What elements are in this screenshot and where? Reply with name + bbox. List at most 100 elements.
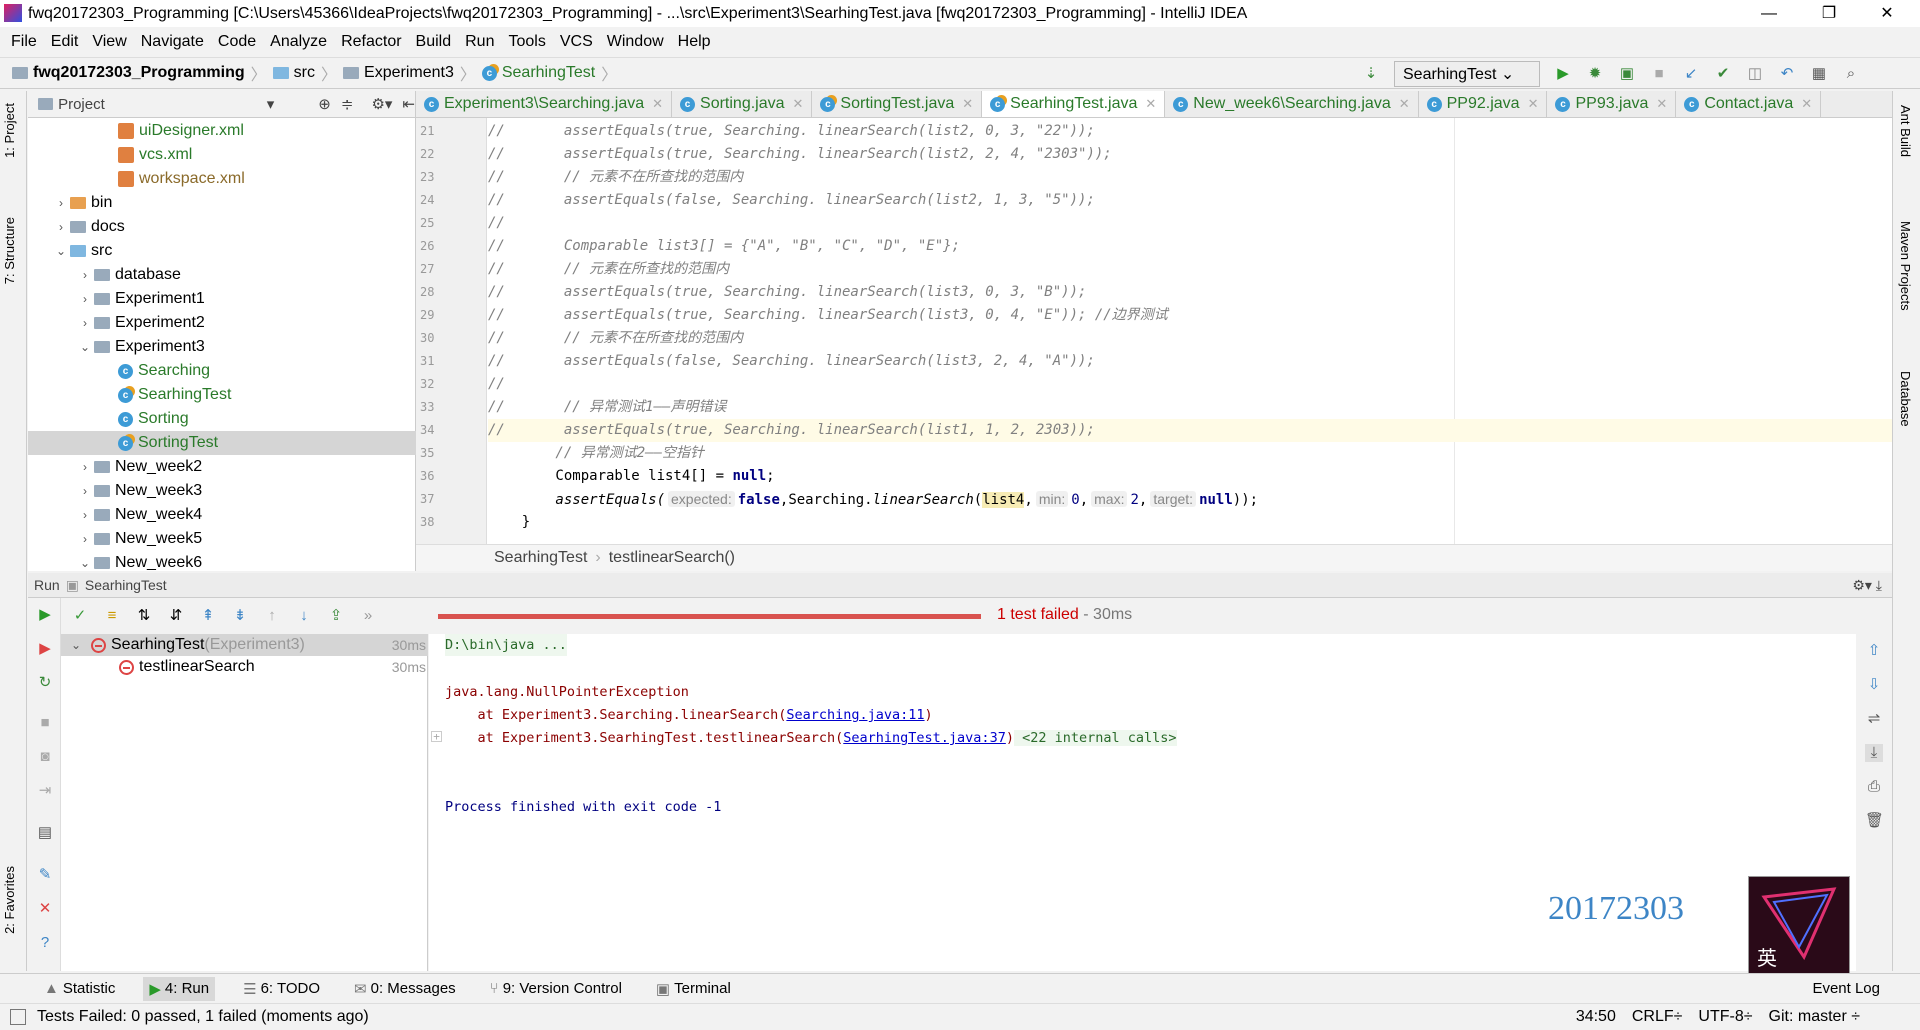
code-line[interactable]: // 异常测试2——空指针 — [488, 442, 1892, 465]
sort-alpha-icon[interactable]: ⇅ — [135, 607, 153, 625]
code-line[interactable]: Comparable list4[] = null; — [488, 465, 1892, 488]
stop-icon[interactable]: ■ — [36, 714, 54, 732]
restore-button[interactable]: ❐ — [1806, 0, 1852, 27]
export-icon[interactable]: ⇪ — [327, 607, 345, 625]
expand-arrow-icon[interactable]: › — [76, 316, 94, 330]
editor-tab[interactable]: c PP93.java ✕ — [1547, 91, 1677, 117]
show-passed-icon[interactable]: ✓ — [71, 607, 89, 625]
expand-arrow-icon[interactable]: › — [76, 532, 94, 546]
tool-tab-versioncontrol[interactable]: ⑂ 9: Version Control — [484, 977, 628, 1000]
code-line[interactable]: } — [488, 511, 1892, 534]
tool-tab-messages[interactable]: ✉ 0: Messages — [348, 977, 462, 1001]
minimize-button[interactable]: — — [1746, 0, 1792, 27]
tool-tab-maven[interactable]: Maven Projects — [1898, 221, 1913, 311]
collapse-icon[interactable]: ≑ — [341, 95, 354, 113]
tool-tab-favorites[interactable]: 2: Favorites — [2, 866, 17, 934]
tree-item[interactable]: ⌄ Experiment3 — [28, 335, 205, 359]
run-icon[interactable]: ▶ — [1554, 65, 1572, 83]
search-icon[interactable]: ⌕ — [1842, 65, 1860, 83]
rerun-icon[interactable]: ▶ — [36, 606, 54, 624]
editor-tab[interactable]: c PP92.java ✕ — [1419, 91, 1548, 117]
collapse-arrow-icon[interactable]: ⌄ — [67, 638, 85, 652]
editor-tab[interactable]: c SearhingTest.java ✕ — [982, 91, 1166, 117]
tool-tab-database[interactable]: Database — [1898, 371, 1913, 427]
stack-link[interactable]: Searching.java:11 — [786, 707, 924, 723]
close-tab-icon[interactable]: ✕ — [1145, 96, 1156, 112]
internal-calls[interactable]: <22 internal calls> — [1013, 730, 1177, 746]
tree-item[interactable]: › Experiment2 — [28, 311, 205, 335]
build-icon[interactable]: ⇣ — [1362, 65, 1380, 83]
editor-tab[interactable]: c Contact.java ✕ — [1676, 91, 1822, 117]
layout-icon[interactable]: ▤ — [36, 824, 54, 842]
run-tab[interactable]: SearhingTest — [85, 577, 167, 593]
tool-tab-terminal[interactable]: ▣ Terminal — [650, 977, 737, 1001]
tree-item[interactable]: › bin — [28, 191, 112, 215]
tool-tab-project[interactable]: 1: Project — [2, 103, 17, 158]
help-icon[interactable]: ? — [36, 934, 54, 952]
menu-run[interactable]: Run — [465, 33, 494, 51]
tree-item[interactable]: vcs.xml — [28, 143, 192, 167]
next-failed-icon[interactable]: ↓ — [295, 607, 313, 625]
vcs-commit-icon[interactable]: ✔ — [1714, 65, 1732, 83]
caret-position[interactable]: 34:50 — [1576, 1008, 1616, 1026]
menu-file[interactable]: File — [11, 33, 37, 51]
editor-tab[interactable]: c Experiment3\Searching.java ✕ — [416, 91, 673, 117]
tree-item[interactable]: c SearhingTest — [28, 383, 231, 407]
code-line[interactable]: // assertEquals(true, Searching. linearS… — [488, 143, 1892, 166]
expand-arrow-icon[interactable]: › — [76, 292, 94, 306]
exit-icon[interactable]: ⇥ — [36, 782, 54, 800]
git-branch[interactable]: Git: master ÷ — [1769, 1008, 1860, 1026]
dropdown-arrow-icon[interactable]: ▾ — [267, 95, 275, 113]
crumb-experiment3[interactable]: Experiment3 〉 — [343, 61, 476, 85]
stack-link[interactable]: SearhingTest.java:37 — [843, 730, 1006, 746]
editor-tab[interactable]: c Sorting.java ✕ — [672, 91, 813, 117]
tool-tab-ant-build[interactable]: Ant Build — [1898, 105, 1913, 157]
close-tab-icon[interactable]: ✕ — [962, 96, 973, 112]
tree-item[interactable]: c SortingTest — [28, 431, 416, 455]
code-line[interactable]: // assertEquals(false, Searching. linear… — [488, 350, 1892, 373]
debug-icon[interactable]: ✹ — [1586, 65, 1604, 83]
breadcrumb-method[interactable]: testlinearSearch() — [609, 549, 735, 567]
print-icon[interactable]: ⎙ — [1865, 778, 1883, 796]
code-line[interactable]: // // 异常测试1——声明错误 — [488, 396, 1892, 419]
menu-tools[interactable]: Tools — [508, 33, 545, 51]
previous-failed-icon[interactable]: ↑ — [263, 607, 281, 625]
tree-item[interactable]: ⌄ New_week6 — [28, 551, 202, 575]
stop-icon[interactable]: ■ — [1650, 65, 1668, 83]
revert-icon[interactable]: ↶ — [1778, 65, 1796, 83]
vcs-history-icon[interactable]: ◫ — [1746, 65, 1764, 83]
code-line[interactable]: // assertEquals(true, Searching. linearS… — [488, 120, 1892, 143]
close-tab-icon[interactable]: ✕ — [1801, 96, 1812, 112]
code-line[interactable]: // // 元素在所查找的范围内 — [488, 258, 1892, 281]
code-line[interactable]: // assertEquals(true, Searching. linearS… — [488, 304, 1892, 327]
show-ignored-icon[interactable]: ≡ — [103, 607, 121, 625]
soft-wrap-icon[interactable]: ⇌ — [1865, 710, 1883, 728]
collapse-all-icon[interactable]: ⇟ — [231, 607, 249, 625]
expand-arrow-icon[interactable]: ⌄ — [76, 340, 94, 354]
tree-item[interactable]: › database — [28, 263, 181, 287]
rerun-failed-icon[interactable]: ▶ — [36, 640, 54, 658]
gear-icon[interactable]: ⚙▾ — [371, 95, 392, 113]
menu-vcs[interactable]: VCS — [560, 33, 593, 51]
menu-edit[interactable]: Edit — [51, 33, 79, 51]
tree-item[interactable]: uiDesigner.xml — [28, 119, 244, 143]
hide-panel-icon[interactable]: ⇤ — [402, 95, 415, 113]
code-line[interactable]: // — [488, 212, 1892, 235]
tree-item[interactable]: › Experiment1 — [28, 287, 205, 311]
menu-build[interactable]: Build — [416, 33, 452, 51]
menu-navigate[interactable]: Navigate — [141, 33, 204, 51]
expand-arrow-icon[interactable]: ⌄ — [52, 244, 70, 258]
crumb-src[interactable]: src 〉 — [272, 61, 337, 85]
close-tab-icon[interactable]: ✕ — [793, 96, 804, 112]
menu-view[interactable]: View — [92, 33, 126, 51]
project-view-select[interactable]: Project — [58, 96, 247, 113]
expand-arrow-icon[interactable]: › — [76, 268, 94, 282]
tree-item[interactable]: c Sorting — [28, 407, 189, 431]
expand-icon[interactable]: + — [431, 731, 442, 742]
expand-arrow-icon[interactable]: › — [76, 460, 94, 474]
run-settings-icon[interactable]: ⚙▾ ⤓ — [1852, 577, 1882, 594]
tree-item[interactable]: › New_week5 — [28, 527, 202, 551]
expand-arrow-icon[interactable]: ⌄ — [76, 556, 94, 570]
test-case-row[interactable]: testlinearSearch 30ms — [61, 656, 428, 678]
tool-tab-run[interactable]: ▶ 4: Run — [143, 976, 216, 1001]
